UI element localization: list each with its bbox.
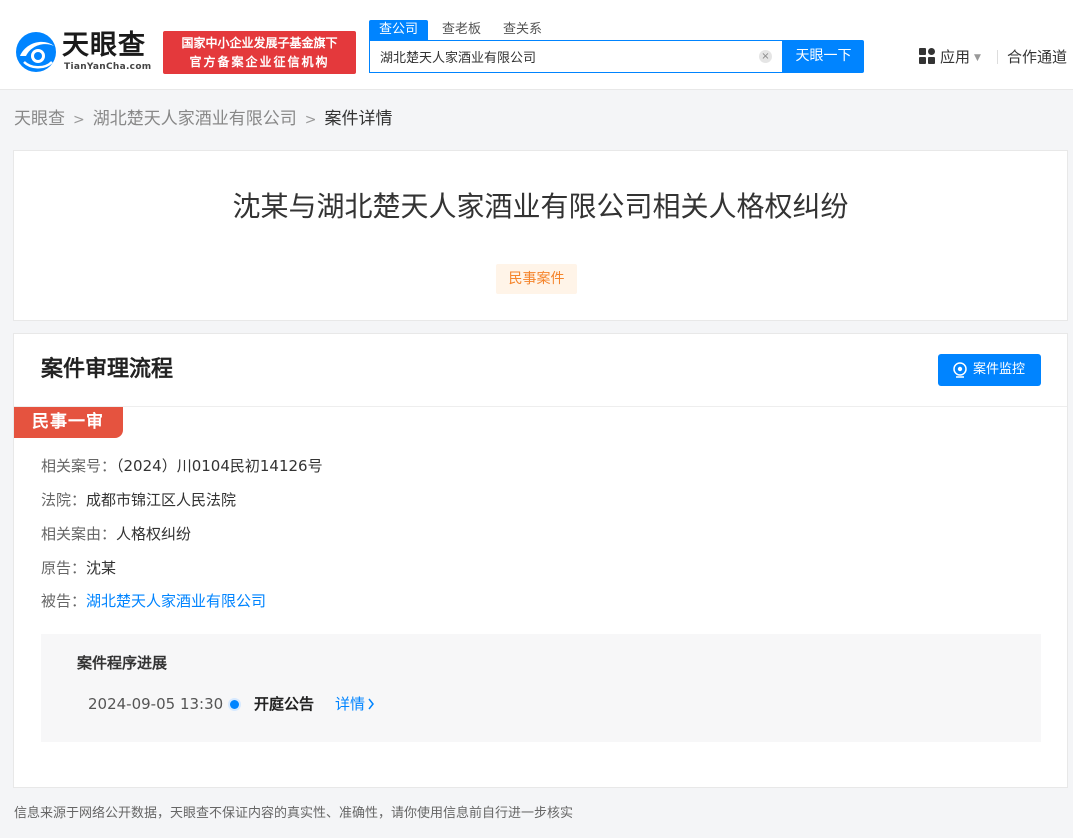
case-monitor-button[interactable]: 案件监控 <box>938 354 1041 386</box>
case-process-card: 案件审理流程 案件监控 民事一审 相关案号：（2024）川0104民初14126… <box>13 333 1068 788</box>
search-input[interactable] <box>370 41 750 72</box>
defendant-company-link[interactable]: 湖北楚天人家酒业有限公司 <box>86 592 266 610</box>
footer-disclaimer: 信息来源于网络公开数据，天眼查不保证内容的真实性、准确性，请你使用信息前自行进一… <box>14 806 574 821</box>
field-defendant: 被告：湖北楚天人家酒业有限公司 <box>41 590 266 612</box>
monitor-camera-icon <box>953 362 967 378</box>
field-label: 被告： <box>41 592 87 610</box>
monitor-button-label: 案件监控 <box>973 362 1026 377</box>
breadcrumb-home[interactable]: 天眼查 <box>14 109 65 129</box>
section-divider <box>14 406 1067 407</box>
search-button[interactable]: 天眼一下 <box>783 40 864 73</box>
detail-link-label: 详情 <box>335 695 366 713</box>
tab-search-boss[interactable]: 查老板 <box>442 20 481 40</box>
apps-menu[interactable]: 应用 ▼ <box>919 47 981 67</box>
field-plaintiff: 原告：沈某 <box>41 557 116 579</box>
field-value: 沈某 <box>86 559 117 577</box>
slogan-badge: 国家中小企业发展子基金旗下 官方备案企业征信机构 <box>163 31 356 74</box>
breadcrumb-company[interactable]: 湖北楚天人家酒业有限公司 <box>93 109 297 129</box>
apps-grid-icon <box>919 48 935 64</box>
chevron-right-icon: > <box>73 112 85 128</box>
field-label: 法院： <box>41 491 87 509</box>
logo-eye-icon <box>16 32 56 72</box>
clear-icon[interactable]: × <box>759 50 772 63</box>
trial-stage-badge: 民事一审 <box>14 407 123 438</box>
progress-event: 开庭公告 <box>254 695 315 713</box>
tab-search-relation[interactable]: 查关系 <box>503 20 542 40</box>
case-title: 沈某与湖北楚天人家酒业有限公司相关人格权纠纷 <box>232 190 849 223</box>
progress-detail-link[interactable]: 详情 <box>335 693 375 715</box>
slogan-line-1: 国家中小企业发展子基金旗下 <box>181 36 338 50</box>
partner-link[interactable]: 合作通道 <box>1007 47 1067 67</box>
apps-menu-label: 应用 <box>940 48 971 66</box>
top-header: 天眼查 TianYanCha.com 国家中小企业发展子基金旗下 官方备案企业征… <box>0 0 1073 90</box>
progress-title: 案件程序进展 <box>77 654 168 672</box>
field-label: 原告： <box>41 559 87 577</box>
breadcrumb: 天眼查 > 湖北楚天人家酒业有限公司 > 案件详情 <box>14 107 392 131</box>
caret-down-icon: ▼ <box>974 53 981 63</box>
progress-time: 2024-09-05 13:30 <box>88 695 224 713</box>
field-value: 成都市锦江区人民法院 <box>86 491 237 509</box>
slogan-line-2: 官方备案企业征信机构 <box>189 55 330 69</box>
tab-search-company[interactable]: 查公司 <box>369 20 429 40</box>
breadcrumb-current: 案件详情 <box>324 109 393 129</box>
nav-divider <box>997 50 998 64</box>
chevron-right-icon <box>368 698 374 710</box>
field-label: 相关案由： <box>41 525 117 543</box>
tianyancha-logo[interactable]: 天眼查 TianYanCha.com <box>14 30 154 74</box>
timeline-dot-icon <box>230 700 239 709</box>
logo-subtitle: TianYanCha.com <box>64 62 152 72</box>
progress-panel: 案件程序进展 2024-09-05 13:30 开庭公告 详情 <box>41 634 1041 742</box>
field-court: 法院：成都市锦江区人民法院 <box>41 489 236 511</box>
case-title-card: 沈某与湖北楚天人家酒业有限公司相关人格权纠纷 民事案件 <box>13 150 1068 321</box>
case-type-tag: 民事案件 <box>496 264 577 294</box>
field-cause: 相关案由：人格权纠纷 <box>41 523 191 545</box>
search-box: × <box>369 40 783 73</box>
field-label: 相关案号： <box>41 457 117 475</box>
field-value: （2024）川0104民初14126号 <box>116 457 323 475</box>
logo-title: 天眼查 <box>62 30 146 61</box>
chevron-right-icon: > <box>304 112 317 128</box>
field-value: 人格权纠纷 <box>116 525 192 543</box>
field-case-number: 相关案号：（2024）川0104民初14126号 <box>41 455 323 477</box>
section-title: 案件审理流程 <box>41 357 174 382</box>
